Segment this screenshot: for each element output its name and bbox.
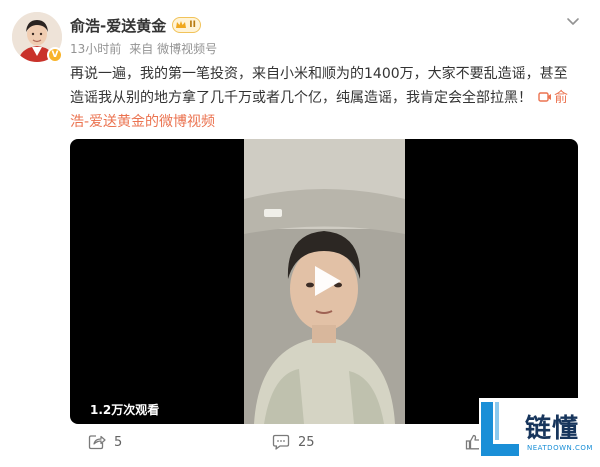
watermark-url: NEATDOWN.COM [527,444,593,452]
view-count: 1.2万次观看 [90,403,160,417]
comment-icon [272,434,290,450]
share-count: 5 [114,434,123,450]
video-link-icon [538,92,551,102]
crown-icon [176,21,187,28]
chevron-down-icon[interactable] [566,14,580,28]
play-icon[interactable] [293,258,355,304]
video-player[interactable]: 1.2万次观看 [70,139,578,424]
post-meta: 13小时前 来自 微博视频号 [70,40,217,57]
weibo-post: V 俞浩-爱送黄金 II 13小时前 来自 微博视频号 再说一遍，我的第一笔投资… [0,0,600,467]
post-time[interactable]: 13小时前 [70,40,121,57]
comment-count: 25 [298,434,315,450]
watermark: 链懂 NEATDOWN.COM [479,398,600,467]
post-source: 来自 微博视频号 [129,42,218,56]
share-icon [88,435,106,450]
watermark-name: 链懂 [525,414,580,444]
author-row: 俞浩-爱送黄金 II [70,14,201,36]
author-name[interactable]: 俞浩-爱送黄金 [70,15,166,36]
post-text: 再说一遍，我的第一笔投资，来自小米和顺为的1400万，大家不要乱造谣，甚至造谣我… [70,66,568,106]
watermark-logo-icon [481,402,519,456]
comment-button[interactable]: 25 [272,432,315,452]
verified-icon: V [47,47,63,63]
share-button[interactable]: 5 [88,432,122,452]
member-badge[interactable]: II [172,17,201,33]
post-content: 再说一遍，我的第一笔投资，来自小米和顺为的1400万，大家不要乱造谣，甚至造谣我… [70,62,578,134]
member-level: II [189,20,196,30]
